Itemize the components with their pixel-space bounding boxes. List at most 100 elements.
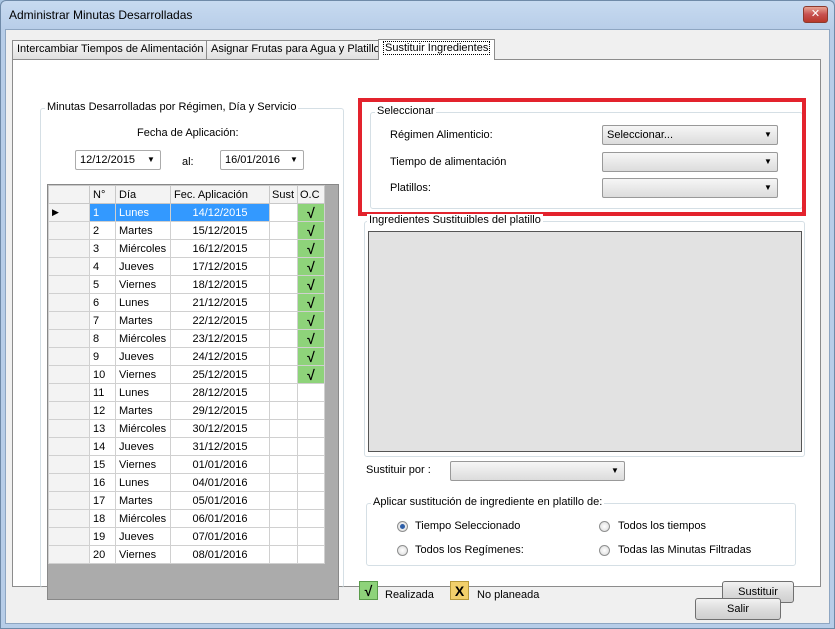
table-row[interactable]: 20 Viernes 08/01/2016 [48,545,325,564]
cell-dia[interactable]: Miércoles [115,239,171,258]
cell-sust[interactable] [269,239,298,258]
cell-dia[interactable]: Jueves [115,257,171,276]
cell-fecha[interactable]: 28/12/2015 [170,383,270,402]
cell-fecha[interactable]: 30/12/2015 [170,419,270,438]
column-header-oc[interactable]: O.C [297,185,325,204]
table-row[interactable]: 16 Lunes 04/01/2016 [48,473,325,492]
cell-sust[interactable] [269,311,298,330]
cell-sust[interactable] [269,491,298,510]
table-row[interactable]: 4 Jueves 17/12/2015 √ [48,257,325,276]
row-header[interactable] [48,545,90,564]
cell-n[interactable]: 20 [89,545,116,564]
table-row[interactable]: 18 Miércoles 06/01/2016 [48,509,325,528]
cell-oc[interactable] [297,383,325,402]
cell-n[interactable]: 13 [89,419,116,438]
cell-n[interactable]: 19 [89,527,116,546]
cell-n[interactable]: 3 [89,239,116,258]
cell-n[interactable]: 5 [89,275,116,294]
cell-sust[interactable] [269,419,298,438]
table-row[interactable]: 3 Miércoles 16/12/2015 √ [48,239,325,258]
cell-dia[interactable]: Miércoles [115,509,171,528]
cell-fecha[interactable]: 21/12/2015 [170,293,270,312]
table-row[interactable]: 11 Lunes 28/12/2015 [48,383,325,402]
row-header[interactable] [48,275,90,294]
cell-n[interactable]: 14 [89,437,116,456]
table-row[interactable]: 5 Viernes 18/12/2015 √ [48,275,325,294]
cell-n[interactable]: 11 [89,383,116,402]
cell-oc[interactable] [297,491,325,510]
row-header[interactable] [48,329,90,348]
row-header[interactable] [48,347,90,366]
cell-oc[interactable]: √ [297,365,325,384]
cell-oc[interactable] [297,509,325,528]
cell-fecha[interactable]: 06/01/2016 [170,509,270,528]
row-header[interactable] [48,437,90,456]
cell-dia[interactable]: Jueves [115,347,171,366]
cell-dia[interactable]: Lunes [115,203,171,222]
cell-fecha[interactable]: 25/12/2015 [170,365,270,384]
cell-sust[interactable] [269,509,298,528]
cell-dia[interactable]: Martes [115,491,171,510]
radio-todos-regimenes[interactable] [397,545,408,556]
cell-sust[interactable] [269,203,298,222]
cell-n[interactable]: 9 [89,347,116,366]
table-row[interactable]: 12 Martes 29/12/2015 [48,401,325,420]
cell-dia[interactable]: Viernes [115,455,171,474]
cell-oc[interactable] [297,527,325,546]
cell-fecha[interactable]: 24/12/2015 [170,347,270,366]
table-row[interactable]: 13 Miércoles 30/12/2015 [48,419,325,438]
cell-oc[interactable]: √ [297,221,325,240]
cell-dia[interactable]: Lunes [115,383,171,402]
cell-n[interactable]: 16 [89,473,116,492]
cell-n[interactable]: 1 [89,203,116,222]
radio-tiempo-seleccionado[interactable] [397,521,408,532]
row-header[interactable] [48,311,90,330]
cell-fecha[interactable]: 29/12/2015 [170,401,270,420]
cell-fecha[interactable]: 31/12/2015 [170,437,270,456]
cell-dia[interactable]: Miércoles [115,329,171,348]
cell-dia[interactable]: Lunes [115,473,171,492]
cell-sust[interactable] [269,365,298,384]
table-row[interactable]: 9 Jueves 24/12/2015 √ [48,347,325,366]
cell-oc[interactable]: √ [297,293,325,312]
cell-oc[interactable]: √ [297,347,325,366]
cell-n[interactable]: 18 [89,509,116,528]
row-header[interactable] [48,401,90,420]
tab-asignar-frutas[interactable]: Asignar Frutas para Agua y Platillo [206,40,385,59]
cell-sust[interactable] [269,329,298,348]
cell-dia[interactable]: Jueves [115,437,171,456]
cell-fecha[interactable]: 16/12/2015 [170,239,270,258]
cell-oc[interactable] [297,473,325,492]
from-date-picker[interactable]: 12/12/2015 ▼ [75,150,161,170]
cell-n[interactable]: 7 [89,311,116,330]
cell-fecha[interactable]: 15/12/2015 [170,221,270,240]
cell-fecha[interactable]: 08/01/2016 [170,545,270,564]
cell-fecha[interactable]: 14/12/2015 [170,203,270,222]
row-header[interactable]: ▶ [48,203,90,222]
tab-intercambiar-tiempos[interactable]: Intercambiar Tiempos de Alimentación [12,40,209,59]
cell-sust[interactable] [269,383,298,402]
table-row[interactable]: 17 Martes 05/01/2016 [48,491,325,510]
cell-n[interactable]: 2 [89,221,116,240]
cell-sust[interactable] [269,275,298,294]
radio-todos-tiempos[interactable] [599,521,610,532]
cell-fecha[interactable]: 04/01/2016 [170,473,270,492]
cell-dia[interactable]: Martes [115,311,171,330]
row-header[interactable] [48,527,90,546]
column-header-n[interactable]: N° [89,185,116,204]
row-header[interactable] [48,455,90,474]
cell-sust[interactable] [269,545,298,564]
cell-dia[interactable]: Lunes [115,293,171,312]
row-header[interactable] [48,365,90,384]
cell-dia[interactable]: Viernes [115,545,171,564]
cell-dia[interactable]: Miércoles [115,419,171,438]
table-row[interactable]: 6 Lunes 21/12/2015 √ [48,293,325,312]
cell-oc[interactable]: √ [297,275,325,294]
cell-oc[interactable]: √ [297,329,325,348]
cell-oc[interactable]: √ [297,203,325,222]
cell-sust[interactable] [269,437,298,456]
cell-fecha[interactable]: 01/01/2016 [170,455,270,474]
row-header[interactable] [48,473,90,492]
cell-fecha[interactable]: 05/01/2016 [170,491,270,510]
column-header-dia[interactable]: Día [115,185,171,204]
